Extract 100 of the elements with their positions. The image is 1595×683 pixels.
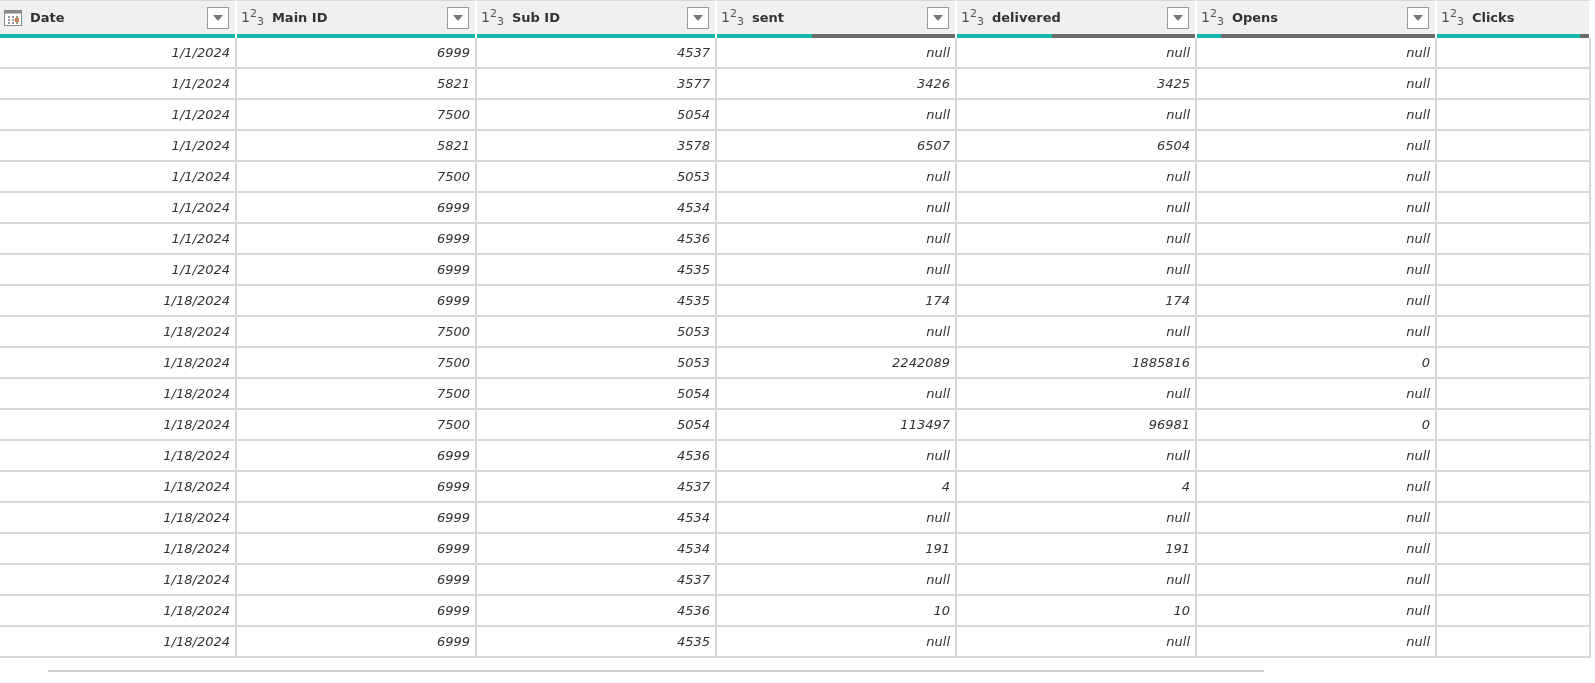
calendar-icon xyxy=(4,9,22,26)
table-cell: 1/18/2024 xyxy=(0,286,237,317)
column-title: delivered xyxy=(991,10,1062,25)
table-cell: 4534 xyxy=(477,534,717,565)
column-header[interactable]: 1$^{2}$$_{3}$ delivered xyxy=(957,0,1197,34)
filter-button[interactable] xyxy=(207,6,229,29)
column-header[interactable]: Date xyxy=(0,0,237,34)
column-header[interactable]: 1$^{2}$$_{3}$ Clicks xyxy=(1437,0,1591,34)
table-cell: 4534 xyxy=(477,193,717,224)
table-cell: null xyxy=(717,503,957,534)
table-cell: null xyxy=(1197,503,1437,534)
caret-icon xyxy=(213,14,223,21)
caret-icon xyxy=(933,14,943,21)
table-cell: null xyxy=(1197,131,1437,162)
table-cell: null xyxy=(957,317,1197,348)
table-cell: 4 xyxy=(957,472,1197,503)
table-cell: null xyxy=(957,255,1197,286)
table-cell: 4535 xyxy=(477,255,717,286)
table-cell: null xyxy=(1197,441,1437,472)
table-cell: null xyxy=(717,162,957,193)
table-cell: 5054 xyxy=(477,410,717,441)
table-cell: 1/1/2024 xyxy=(0,69,237,100)
table-cell: 1/18/2024 xyxy=(0,379,237,410)
filter-button[interactable] xyxy=(1167,6,1189,29)
column-header[interactable]: 1$^{2}$$_{3}$ Opens xyxy=(1197,0,1437,34)
table-cell: null xyxy=(1197,596,1437,627)
table-cell: null xyxy=(1197,38,1437,69)
table-cell: 1/1/2024 xyxy=(0,131,237,162)
table-cell: 1/18/2024 xyxy=(0,317,237,348)
caret-icon xyxy=(1173,14,1183,21)
table-cell: null xyxy=(1197,69,1437,100)
column-title: Main ID xyxy=(271,10,329,25)
table-cell: 5053 xyxy=(477,317,717,348)
table-cell: 191 xyxy=(717,534,957,565)
table-cell: 1/18/2024 xyxy=(0,472,237,503)
table-cell: 5053 xyxy=(477,162,717,193)
table-cell: 3577 xyxy=(477,69,717,100)
table-cell: 6999 xyxy=(237,193,477,224)
table-cell: 174 xyxy=(717,286,957,317)
column-header[interactable]: 1$^{2}$$_{3}$ Sub ID xyxy=(477,0,717,34)
table-cell: null xyxy=(717,193,957,224)
table-cell: null xyxy=(957,100,1197,131)
table-cell: null xyxy=(1197,379,1437,410)
table-cell: null xyxy=(1197,224,1437,255)
table-cell: null xyxy=(957,162,1197,193)
table-cell: null xyxy=(717,565,957,596)
filter-button[interactable] xyxy=(687,6,709,29)
caret-icon xyxy=(453,14,463,21)
table-cell: null xyxy=(957,441,1197,472)
filter-button[interactable] xyxy=(1407,6,1429,29)
table-cell: 4 xyxy=(717,472,957,503)
table-cell: 113497 xyxy=(717,410,957,441)
column-header[interactable]: 1$^{2}$$_{3}$ sent xyxy=(717,0,957,34)
table-cell: null xyxy=(717,255,957,286)
table-cell: 0 xyxy=(1197,348,1437,379)
table-cell: 7500 xyxy=(237,410,477,441)
table-cell: 1/18/2024 xyxy=(0,596,237,627)
table-cell: 4537 xyxy=(477,565,717,596)
table-cell: null xyxy=(957,38,1197,69)
table-cell: null xyxy=(1197,255,1437,286)
table-cell: 2242089 xyxy=(717,348,957,379)
column-header[interactable]: 1$^{2}$$_{3}$ Main ID xyxy=(237,0,477,34)
table-cell: 3426 xyxy=(717,69,957,100)
table-cell: 0 xyxy=(1197,410,1437,441)
table-cell: 4537 xyxy=(477,472,717,503)
filter-button[interactable] xyxy=(927,6,949,29)
table-cell: 4536 xyxy=(477,224,717,255)
table-cell: 6999 xyxy=(237,534,477,565)
table-cell: null xyxy=(717,627,957,658)
table-cell: 5054 xyxy=(477,379,717,410)
table-cell: 191 xyxy=(957,534,1197,565)
table-cell: 4537 xyxy=(477,38,717,69)
table-cell: 5054 xyxy=(477,100,717,131)
table-cell: 1/18/2024 xyxy=(0,627,237,658)
table-cell: 7500 xyxy=(237,317,477,348)
table-cell: 4535 xyxy=(477,627,717,658)
table-cell: 4536 xyxy=(477,441,717,472)
scroll-bar[interactable] xyxy=(48,670,1264,672)
table-cell: 7500 xyxy=(237,379,477,410)
table-cell: 1/1/2024 xyxy=(0,224,237,255)
table-cell: 1/18/2024 xyxy=(0,348,237,379)
table-cell: 3425 xyxy=(957,69,1197,100)
table-cell: 7500 xyxy=(237,162,477,193)
table-cell: 1/1/2024 xyxy=(0,100,237,131)
table-cell: null xyxy=(1197,162,1437,193)
table-cell: 5821 xyxy=(237,69,477,100)
table-cell: 6999 xyxy=(237,255,477,286)
table-cell: 6999 xyxy=(237,441,477,472)
table-cell: 6999 xyxy=(237,224,477,255)
column-title: Sub ID xyxy=(511,10,561,25)
table-cell: 4536 xyxy=(477,596,717,627)
table-cell: 1885816 xyxy=(957,348,1197,379)
filter-button[interactable] xyxy=(447,6,469,29)
table-cell: 6999 xyxy=(237,286,477,317)
table-cell: 174 xyxy=(957,286,1197,317)
table-cell: null xyxy=(717,317,957,348)
table-cell: 4535 xyxy=(477,286,717,317)
table-cell: null xyxy=(717,100,957,131)
caret-icon xyxy=(1413,14,1423,21)
table-cell: 96981 xyxy=(957,410,1197,441)
